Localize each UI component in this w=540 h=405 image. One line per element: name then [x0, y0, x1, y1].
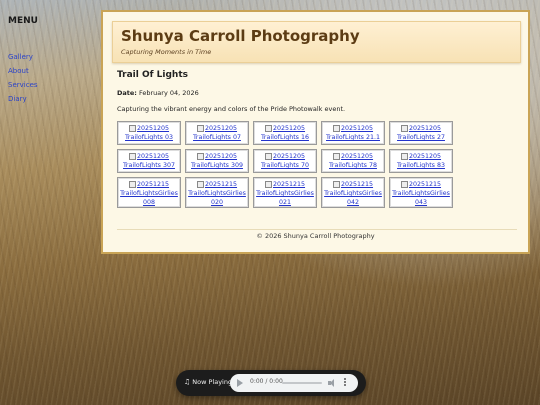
footer-copyright: © 2026 Shunya Carroll Photography [256, 232, 375, 240]
thumbnail-link[interactable]: 20251215 TrailofLightsGirlies 008 [117, 177, 181, 208]
thumbnail-title: TrailofLights 70 [261, 162, 309, 169]
menu-label: MENU [8, 16, 38, 26]
more-vert-icon[interactable] [344, 378, 347, 388]
album-date: Date: February 04, 2026 [117, 89, 199, 97]
broken-image-icon [400, 124, 408, 132]
thumbnail-link[interactable]: 20251215 TrailofLightsGirlies 020 [185, 177, 249, 208]
thumbnail-title: TrailofLights 07 [193, 134, 241, 141]
broken-image-icon [332, 152, 340, 160]
menu-item-about[interactable]: About [8, 64, 38, 78]
thumbnail-title: TrailofLightsGirlies 042 [324, 190, 382, 206]
thumbnail-date: 20251205 [272, 125, 306, 132]
thumbnail-link[interactable]: 20251205 TrailofLights 70 [253, 149, 317, 173]
date-value: February 04, 2026 [138, 89, 199, 97]
thumbnail-title: TrailofLights 16 [261, 134, 309, 141]
broken-image-icon [196, 180, 204, 188]
broken-image-icon [128, 152, 136, 160]
thumbnail-title: TrailofLightsGirlies 021 [256, 190, 314, 206]
thumbnail-date: 20251205 [136, 125, 170, 132]
thumbnail-title: TrailofLightsGirlies 020 [188, 190, 246, 206]
album-title: Trail Of Lights [117, 70, 188, 80]
broken-image-icon [332, 180, 340, 188]
site-header: Shunya Carroll Photography Capturing Mom… [112, 21, 521, 63]
thumbnail-link[interactable]: 20251205 TrailofLights 16 [253, 121, 317, 145]
thumbnail-title: TrailofLightsGirlies 008 [120, 190, 178, 206]
now-playing: ♫ Now Playing [184, 378, 232, 386]
thumbnail-date: 20251205 [408, 125, 442, 132]
thumbnail-date: 20251215 [136, 181, 170, 188]
thumbnail-grid: 20251205 TrailofLights 03 20251205 TrailofL… [117, 121, 457, 208]
seek-bar[interactable] [282, 382, 322, 384]
thumbnail-link[interactable]: 20251215 TrailofLightsGirlies 021 [253, 177, 317, 208]
thumbnail-date: 20251205 [204, 125, 238, 132]
broken-image-icon [400, 180, 408, 188]
thumbnail-date: 20251205 [204, 153, 238, 160]
thumbnail-link[interactable]: 20251205 TrailofLights 03 [117, 121, 181, 145]
thumbnail-date: 20251205 [272, 153, 306, 160]
thumbnail-date: 20251205 [136, 153, 170, 160]
footer-divider [117, 229, 517, 230]
thumbnail-link[interactable]: 20251205 TrailofLights 07 [185, 121, 249, 145]
now-playing-label: Now Playing [192, 378, 233, 386]
thumbnail-title: TrailofLights 27 [397, 134, 445, 141]
thumbnail-title: TrailofLights 309 [191, 162, 243, 169]
broken-image-icon [400, 152, 408, 160]
menu-item-gallery[interactable]: Gallery [8, 50, 38, 64]
volume-icon[interactable] [328, 379, 334, 387]
broken-image-icon [332, 124, 340, 132]
music-note-icon: ♫ [184, 378, 191, 386]
audio-controls: 0:00 / 0:00 [230, 374, 358, 392]
thumbnail-title: TrailofLights 21.1 [326, 134, 380, 141]
thumbnail-title: TrailofLights 307 [123, 162, 175, 169]
thumbnail-title: TrailofLights 03 [125, 134, 173, 141]
thumbnail-date: 20251215 [340, 181, 374, 188]
thumbnail-link[interactable]: 20251205 TrailofLights 21.1 [321, 121, 385, 145]
thumbnail-title: TrailofLights 78 [329, 162, 377, 169]
thumbnail-date: 20251205 [340, 153, 374, 160]
audio-time: 0:00 / 0:00 [250, 378, 283, 385]
broken-image-icon [128, 124, 136, 132]
thumbnail-link[interactable]: 20251215 TrailofLightsGirlies 043 [389, 177, 453, 208]
thumbnail-date: 20251205 [408, 153, 442, 160]
thumbnail-link[interactable]: 20251205 TrailofLights 309 [185, 149, 249, 173]
thumbnail-link[interactable]: 20251205 TrailofLights 83 [389, 149, 453, 173]
thumbnail-link[interactable]: 20251215 TrailofLightsGirlies 042 [321, 177, 385, 208]
date-label: Date: [117, 89, 137, 97]
play-icon[interactable] [237, 379, 243, 387]
site-title: Shunya Carroll Photography [121, 27, 360, 45]
broken-image-icon [264, 124, 272, 132]
thumbnail-link[interactable]: 20251205 TrailofLights 78 [321, 149, 385, 173]
menu-item-diary[interactable]: Diary [8, 92, 38, 106]
thumbnail-date: 20251215 [204, 181, 238, 188]
audio-player-bar: ♫ Now Playing 0:00 / 0:00 [176, 370, 366, 396]
broken-image-icon [196, 152, 204, 160]
main-content-panel: Shunya Carroll Photography Capturing Mom… [101, 10, 530, 254]
broken-image-icon [264, 180, 272, 188]
album-description: Capturing the vibrant energy and colors … [117, 105, 346, 113]
thumbnail-title: TrailofLights 83 [397, 162, 445, 169]
menu-item-services[interactable]: Services [8, 78, 38, 92]
thumbnail-date: 20251215 [272, 181, 306, 188]
thumbnail-link[interactable]: 20251205 TrailofLights 27 [389, 121, 453, 145]
thumbnail-date: 20251215 [408, 181, 442, 188]
site-tagline: Capturing Moments in Time [121, 48, 212, 56]
menu-list: Gallery About Services Diary [8, 50, 38, 106]
thumbnail-date: 20251205 [340, 125, 374, 132]
broken-image-icon [264, 152, 272, 160]
thumbnail-title: TrailofLightsGirlies 043 [392, 190, 450, 206]
broken-image-icon [128, 180, 136, 188]
thumbnail-link[interactable]: 20251205 TrailofLights 307 [117, 149, 181, 173]
broken-image-icon [196, 124, 204, 132]
